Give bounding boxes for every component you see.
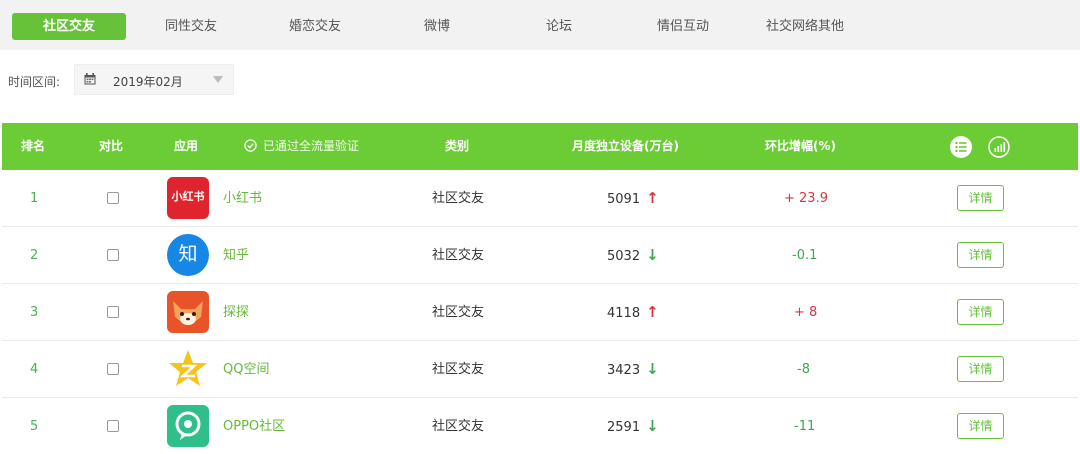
list-view-icon[interactable] [950,136,972,158]
rank-cell: 1 [30,191,39,206]
devices-cell: 5032 ↓ [607,227,659,284]
tab-weibo[interactable]: 微博 [390,13,484,40]
tab-community[interactable]: 社区交友 [12,13,126,40]
chat-bubble-icon [175,411,201,440]
header-app: 应用 [174,139,199,153]
devices-cell: 4118 ↑ [607,284,659,341]
app-name-link[interactable]: OPPO社区 [223,398,285,454]
xiaohongshu-logo[interactable]: 小红书 [167,177,209,219]
change-cell: + 23.9 [784,191,828,206]
rank-cell: 2 [30,248,39,263]
arrow-up-icon: ↑ [646,189,659,207]
table-row: 1 小红书 小红书 社区交友 5091 ↑ + 23.9 详情 [2,170,1078,227]
devices-cell: 3423 ↓ [607,341,659,398]
logo-text: 知 [178,243,198,265]
chart-view-icon[interactable] [988,136,1010,158]
compare-checkbox[interactable] [107,192,119,204]
tab-gay-dating[interactable]: 同性交友 [138,13,244,40]
table-header: 排名 对比 应用 已通过全流量验证 类别 月度独立设备(万台) 环比增幅(%) [2,123,1078,170]
header-rank: 排名 [21,139,46,153]
table-row: 4 QQ空间 社区交友 3423 ↓ -8 详情 [2,341,1078,398]
verified-text: 已通过全流量验证 [263,139,360,153]
devices-value: 3423 [607,363,641,378]
compare-checkbox[interactable] [107,306,119,318]
tab-marriage-dating[interactable]: 婚恋交友 [262,13,368,40]
header-category: 类别 [445,139,470,153]
tab-forum[interactable]: 论坛 [512,13,606,40]
calendar-icon [84,73,96,85]
devices-value: 5032 [607,249,641,264]
rank-cell: 5 [30,419,39,434]
oppo-community-logo[interactable] [167,405,209,447]
arrow-down-icon: ↓ [646,360,659,378]
change-cell: -0.1 [792,248,818,263]
table-row: 3 探探 社区交友 4118 ↑ + 8 详情 [2,284,1078,341]
details-button[interactable]: 详情 [957,242,1004,268]
caret-down-icon[interactable] [213,76,223,83]
header-change: 环比增幅(%) [765,139,836,153]
details-button[interactable]: 详情 [957,299,1004,325]
verified-note: 已通过全流量验证 [244,123,359,170]
table-row: 5 OPPO社区 社区交友 2591 ↓ -11 详情 [2,398,1078,454]
app-name-link[interactable]: 探探 [223,284,249,341]
arrow-down-icon: ↓ [646,246,659,264]
tab-social-other[interactable]: 社交网络其他 [752,13,858,40]
header-compare: 对比 [99,139,124,153]
selected-month: 2019年02月 [113,75,183,89]
devices-value: 2591 [607,420,641,435]
tab-couple[interactable]: 情侣互动 [636,13,730,40]
devices-value: 4118 [607,306,641,321]
rank-cell: 4 [30,362,39,377]
category-cell: 社区交友 [432,248,485,263]
app-name-link[interactable]: 小红书 [223,170,262,227]
change-cell: + 8 [794,305,818,320]
header-devices: 月度独立设备(万台) [572,139,679,153]
fox-face-icon [173,301,203,325]
details-button[interactable]: 详情 [957,185,1004,211]
arrow-down-icon: ↓ [646,417,659,435]
category-cell: 社区交友 [432,191,485,206]
devices-cell: 5091 ↑ [607,170,659,227]
zhihu-logo[interactable]: 知 [167,234,209,276]
category-cell: 社区交友 [432,419,485,434]
compare-checkbox[interactable] [107,420,119,432]
star-icon [169,350,207,386]
app-name-link[interactable]: QQ空间 [223,341,269,398]
category-tabs: 社区交友 同性交友 婚恋交友 微博 论坛 情侣互动 社交网络其他 [0,0,1080,50]
compare-checkbox[interactable] [107,249,119,261]
compare-checkbox[interactable] [107,363,119,375]
time-range-label: 时间区间: [8,75,61,89]
month-picker[interactable]: 2019年02月 [74,64,234,95]
category-cell: 社区交友 [432,305,485,320]
details-button[interactable]: 详情 [957,413,1004,439]
check-circle-icon [244,139,257,152]
devices-value: 5091 [607,192,641,207]
details-button[interactable]: 详情 [957,356,1004,382]
logo-text: 小红书 [171,190,205,203]
rank-cell: 3 [30,305,39,320]
tantan-logo[interactable] [167,291,209,333]
qzone-logo[interactable] [167,348,209,390]
change-cell: -11 [794,419,816,434]
change-cell: -8 [797,362,810,377]
arrow-up-icon: ↑ [646,303,659,321]
app-name-link[interactable]: 知乎 [223,227,249,284]
devices-cell: 2591 ↓ [607,398,659,454]
category-cell: 社区交友 [432,362,485,377]
table-row: 2 知 知乎 社区交友 5032 ↓ -0.1 详情 [2,227,1078,284]
